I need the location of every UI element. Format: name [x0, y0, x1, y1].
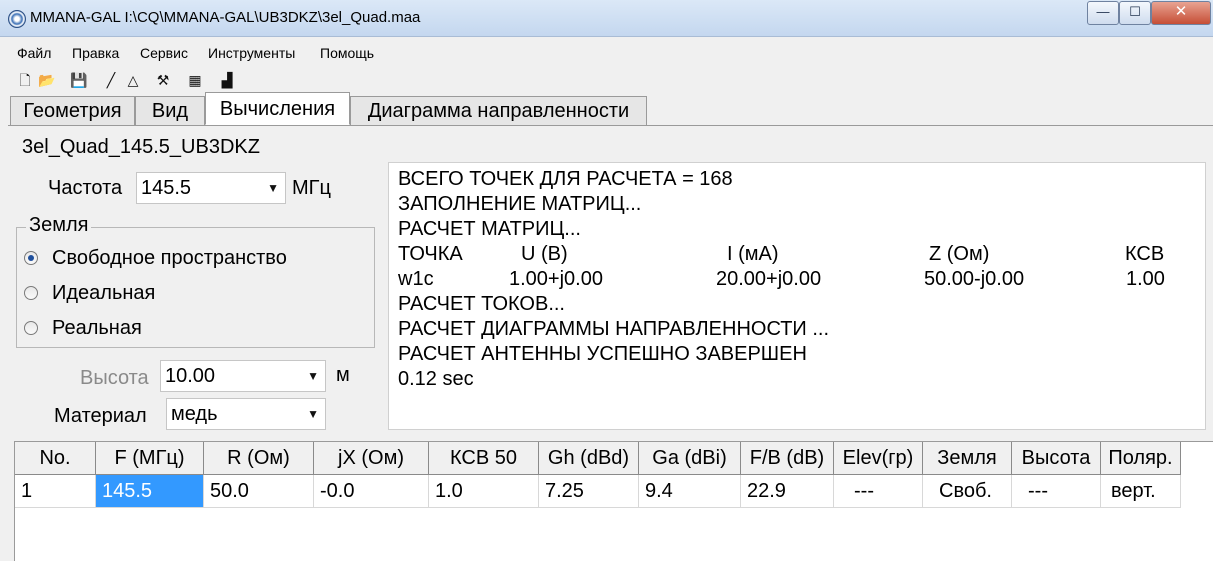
radio-free-space[interactable]: [24, 251, 38, 265]
radio-real[interactable]: [24, 321, 38, 335]
menu-tools[interactable]: Инструменты: [208, 45, 295, 61]
tab-view[interactable]: Вид: [135, 96, 205, 125]
chevron-down-icon[interactable]: ▼: [307, 399, 319, 429]
column-header-gh[interactable]: Gh (dBd): [539, 442, 639, 475]
close-button[interactable]: ✕: [1151, 1, 1211, 25]
log-line: РАСЧЕТ АНТЕННЫ УСПЕШНО ЗАВЕРШЕН: [398, 343, 807, 365]
table-cell[interactable]: 7.25: [539, 475, 639, 508]
log-header-u: U (В): [521, 243, 568, 265]
table-cell[interactable]: 22.9: [741, 475, 834, 508]
table-cell[interactable]: Своб.: [923, 475, 1012, 508]
ground-group-title: Земля: [26, 214, 92, 237]
app-icon: [8, 10, 26, 28]
column-header-height[interactable]: Высота: [1012, 442, 1101, 475]
frequency-combo[interactable]: 145.5 ▼: [136, 172, 286, 204]
window-title: MMANA-GAL I:\CQ\MMANA-GAL\UB3DKZ\3el_Qua…: [30, 9, 421, 26]
table-cell[interactable]: 1.0: [429, 475, 539, 508]
column-header-no[interactable]: No.: [15, 442, 96, 475]
table-cell[interactable]: 50.0: [204, 475, 314, 508]
log-row-point: w1c: [398, 268, 434, 290]
real-label[interactable]: Реальная: [52, 317, 142, 340]
project-name: 3el_Quad_145.5_UB3DKZ: [22, 136, 260, 158]
column-header-ground[interactable]: Земля: [923, 442, 1012, 475]
height-unit: м: [336, 364, 350, 386]
log-header-z: Z (Ом): [929, 243, 990, 265]
log-line: РАСЧЕТ ТОКОВ...: [398, 293, 565, 315]
new-file-icon[interactable]: 🗋: [16, 71, 34, 89]
column-header-resistance[interactable]: R (Ом): [204, 442, 314, 475]
table-cell[interactable]: -0.0: [314, 475, 429, 508]
tab-radiation-pattern[interactable]: Диаграмма направленности: [350, 96, 647, 125]
material-label: Материал: [54, 405, 147, 427]
column-header-fb[interactable]: F/B (dB): [741, 442, 834, 475]
table-cell-selected[interactable]: 145.5: [96, 475, 204, 508]
maximize-button[interactable]: ☐: [1119, 1, 1151, 25]
log-line: 0.12 sec: [398, 368, 474, 390]
menu-service[interactable]: Сервис: [140, 45, 188, 61]
log-row-z: 50.00-j0.00: [924, 268, 1025, 290]
frequency-value: 145.5: [141, 177, 192, 199]
calculator-icon[interactable]: ▦: [186, 71, 204, 89]
frequency-unit: МГц: [292, 177, 331, 199]
table-cell[interactable]: ---: [834, 475, 923, 508]
log-header-swr: КСВ: [1125, 243, 1165, 265]
log-header-i: I (мА): [727, 243, 779, 265]
height-value: 10.00: [165, 365, 216, 387]
height-label: Высота: [80, 367, 149, 389]
chevron-down-icon[interactable]: ▼: [307, 361, 319, 391]
menu-file[interactable]: Файл: [17, 45, 51, 61]
calculation-log[interactable]: ВСЕГО ТОЧЕК ДЛЯ РАСЧЕТА = 168 ЗАПОЛНЕНИЕ…: [388, 162, 1206, 430]
menu-edit[interactable]: Правка: [72, 45, 119, 61]
material-value: медь: [171, 403, 218, 425]
triangle-icon[interactable]: △: [124, 71, 142, 89]
table-cell[interactable]: верт.: [1101, 475, 1181, 508]
log-line: ЗАПОЛНЕНИЕ МАТРИЦ...: [398, 193, 642, 215]
minimize-button[interactable]: —: [1087, 1, 1119, 25]
ideal-label[interactable]: Идеальная: [52, 282, 155, 305]
column-header-reactance[interactable]: jX (Ом): [314, 442, 429, 475]
column-header-elevation[interactable]: Elev(гр): [834, 442, 923, 475]
chart-icon[interactable]: ▟: [218, 71, 236, 89]
material-combo[interactable]: медь ▼: [166, 398, 326, 430]
chevron-down-icon[interactable]: ▼: [267, 173, 279, 203]
log-line: РАСЧЕТ ДИАГРАММЫ НАПРАВЛЕННОСТИ ...: [398, 318, 830, 340]
radio-ideal[interactable]: [24, 286, 38, 300]
column-header-swr[interactable]: КСВ 50: [429, 442, 539, 475]
menu-help[interactable]: Помощь: [320, 45, 374, 61]
tab-geometry[interactable]: Геометрия: [10, 96, 135, 125]
log-row-i: 20.00+j0.00: [716, 268, 822, 290]
table-cell[interactable]: ---: [1012, 475, 1101, 508]
results-table[interactable]: No. F (МГц) R (Ом) jX (Ом) КСВ 50 Gh (dB…: [14, 441, 1213, 561]
column-header-frequency[interactable]: F (МГц): [96, 442, 204, 475]
log-header-point: ТОЧКА: [398, 243, 463, 265]
tab-panel-border: [8, 125, 1213, 126]
save-icon[interactable]: 💾: [70, 71, 88, 89]
title-bar: MMANA-GAL I:\CQ\MMANA-GAL\UB3DKZ\3el_Qua…: [0, 0, 1213, 37]
free-space-label[interactable]: Свободное пространство: [52, 247, 287, 270]
menu-bar: Файл Правка Сервис Инструменты Помощь: [0, 41, 1213, 65]
table-cell[interactable]: 9.4: [639, 475, 741, 508]
log-row-swr: 1.00: [1126, 268, 1165, 290]
tools-icon[interactable]: ⚒: [154, 71, 172, 89]
table-cell[interactable]: 1: [15, 475, 96, 508]
line-icon[interactable]: ╱: [102, 71, 120, 89]
log-row-u: 1.00+j0.00: [509, 268, 603, 290]
frequency-label: Частота: [48, 177, 123, 199]
height-combo[interactable]: 10.00 ▼: [160, 360, 326, 392]
log-line: ВСЕГО ТОЧЕК ДЛЯ РАСЧЕТА = 168: [398, 168, 733, 190]
column-header-ga[interactable]: Ga (dBi): [639, 442, 741, 475]
toolbar: 🗋 📂 💾 ╱ △ ⚒ ▦ ▟: [0, 68, 1213, 92]
column-header-polarization[interactable]: Поляр.: [1101, 442, 1181, 475]
open-folder-icon[interactable]: 📂: [38, 71, 56, 89]
log-line: РАСЧЕТ МАТРИЦ...: [398, 218, 581, 240]
tab-calculation[interactable]: Вычисления: [205, 92, 350, 125]
